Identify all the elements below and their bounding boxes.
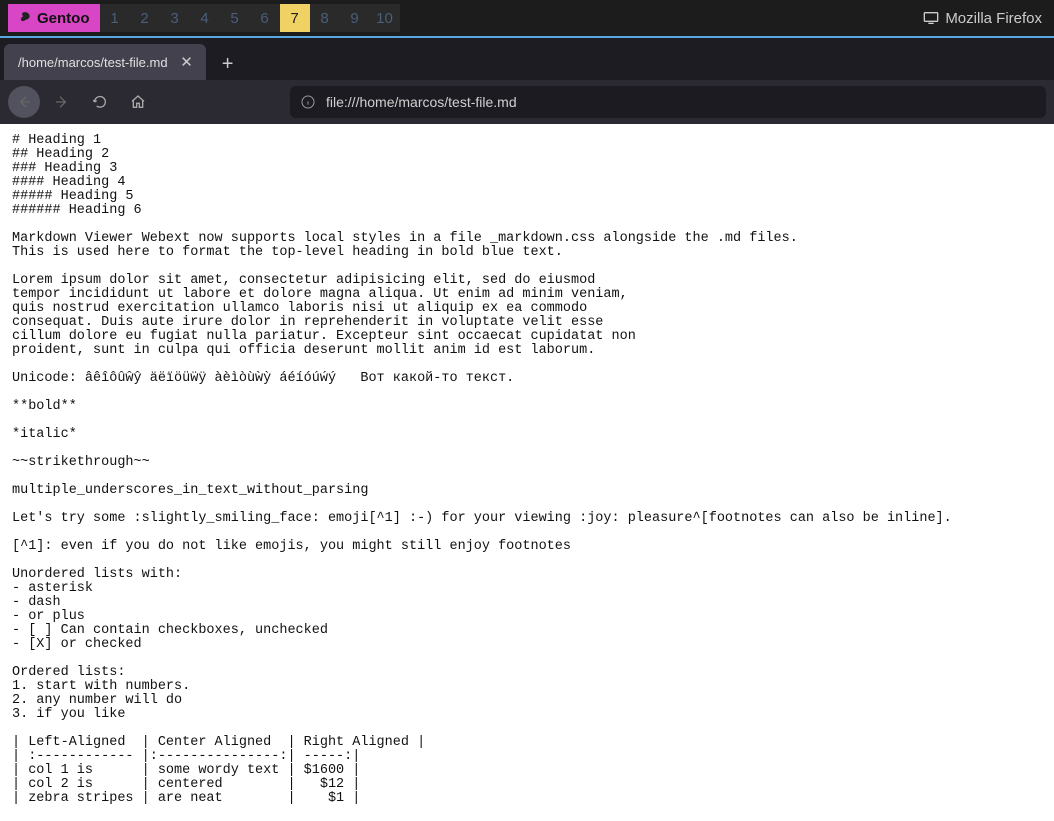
window-title: Mozilla Firefox	[945, 10, 1042, 27]
workspace-9[interactable]: 9	[340, 4, 370, 32]
arrow-left-icon	[16, 94, 32, 110]
workspace-switcher: Gentoo 1 2 3 4 5 6 7 8 9 10	[8, 4, 400, 32]
workspace-7[interactable]: 7	[280, 4, 310, 32]
distro-badge: Gentoo	[8, 4, 100, 32]
tab-title: /home/marcos/test-file.md	[18, 55, 168, 70]
workspace-6[interactable]: 6	[250, 4, 280, 32]
workspace-2[interactable]: 2	[130, 4, 160, 32]
home-icon	[130, 94, 146, 110]
workspace-5[interactable]: 5	[220, 4, 250, 32]
wm-taskbar: Gentoo 1 2 3 4 5 6 7 8 9 10 Mozilla Fire…	[0, 0, 1054, 36]
new-tab-button[interactable]: +	[212, 48, 244, 80]
distro-name: Gentoo	[37, 10, 90, 27]
reload-button[interactable]	[84, 86, 116, 118]
home-button[interactable]	[122, 86, 154, 118]
forward-button[interactable]	[46, 86, 78, 118]
workspace-10[interactable]: 10	[370, 4, 400, 32]
workspace-1[interactable]: 1	[100, 4, 130, 32]
monitor-icon	[923, 11, 939, 25]
document-content: # Heading 1 ## Heading 2 ### Heading 3 #…	[0, 124, 1054, 821]
browser-tab-strip: /home/marcos/test-file.md ✕ +	[0, 36, 1054, 80]
address-bar[interactable]: file:///home/marcos/test-file.md	[290, 86, 1046, 118]
wm-window-title-area: Mozilla Firefox	[923, 10, 1046, 27]
browser-nav-toolbar: file:///home/marcos/test-file.md	[0, 80, 1054, 124]
tab-close-button[interactable]: ✕	[178, 53, 196, 71]
workspace-3[interactable]: 3	[160, 4, 190, 32]
url-text: file:///home/marcos/test-file.md	[326, 94, 517, 110]
workspace-4[interactable]: 4	[190, 4, 220, 32]
browser-tab[interactable]: /home/marcos/test-file.md ✕	[4, 44, 206, 80]
reload-icon	[92, 94, 108, 110]
info-icon	[300, 94, 316, 110]
gentoo-icon	[18, 11, 32, 25]
back-button[interactable]	[8, 86, 40, 118]
arrow-right-icon	[54, 94, 70, 110]
workspace-8[interactable]: 8	[310, 4, 340, 32]
